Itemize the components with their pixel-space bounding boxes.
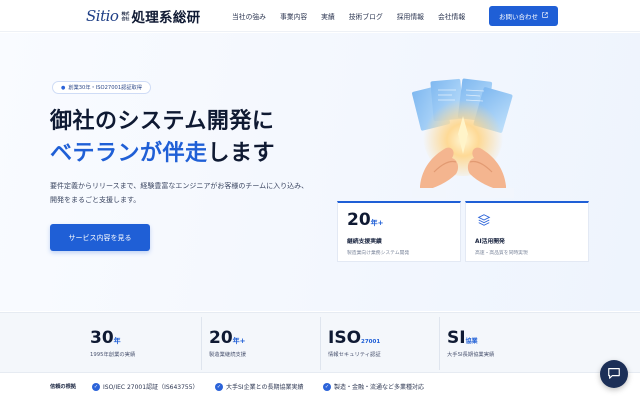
nav-item-business[interactable]: 事業内容 bbox=[280, 11, 307, 21]
logo-name: 処理系総研 bbox=[131, 10, 201, 26]
site-logo[interactable]: Sitio 株式 会社 処理系総研 bbox=[86, 7, 201, 26]
hero-title-suffix: します bbox=[207, 141, 276, 166]
trust-item-si: ✓ 大手SI企業との長期協業実績 bbox=[215, 382, 304, 391]
stats-band: 30年 1995年創業の実績 20年+ 製造業継続支援 ISO27001 情報セ… bbox=[0, 312, 640, 373]
chat-bubble-icon bbox=[607, 365, 621, 384]
card-number-unit: 年+ bbox=[370, 219, 384, 227]
stat-number: 30年 bbox=[90, 328, 121, 348]
hero-title-accent: ベテランが伴走 bbox=[50, 141, 208, 166]
trust-item-text: 製造・金融・流通など多業種対応 bbox=[334, 384, 425, 391]
card-number-value: 20 bbox=[347, 210, 371, 230]
external-link-icon bbox=[542, 12, 548, 20]
nav-item-recruit[interactable]: 採用情報 bbox=[397, 11, 424, 21]
hero-title-line2: ベテランが伴走します bbox=[50, 138, 275, 170]
stat-divider bbox=[320, 317, 321, 370]
hero-description: 要件定義からリリースまで、経験豊富なエンジニアがお客様のチームに入り込み、開発を… bbox=[50, 182, 309, 204]
stat-label: 1995年創業の実績 bbox=[90, 352, 136, 358]
stat-number: ISO27001 bbox=[328, 328, 380, 348]
main-nav: 当社の強み 事業内容 実績 技術ブログ 採用情報 会社情報 bbox=[232, 11, 465, 21]
service-button[interactable]: サービス内容を見る bbox=[50, 224, 150, 251]
chat-button[interactable] bbox=[600, 360, 628, 388]
nav-item-works[interactable]: 実績 bbox=[321, 11, 335, 21]
contact-button-label: お問い合わせ bbox=[499, 13, 538, 21]
stat-number-unit: 27001 bbox=[361, 339, 381, 345]
nav-item-tech-blog[interactable]: 技術ブログ bbox=[349, 11, 383, 21]
logo-company-type: 株式 会社 bbox=[121, 11, 129, 21]
hero-illustration bbox=[402, 76, 524, 198]
hero-title: 御社のシステム開発に ベテランが伴走します bbox=[50, 106, 275, 170]
nav-item-strengths[interactable]: 当社の強み bbox=[232, 11, 266, 21]
stat-number-value: 30 bbox=[90, 328, 114, 348]
stat-divider bbox=[201, 317, 202, 370]
card-number: 20年+ bbox=[347, 210, 384, 230]
logo-small-bottom: 会社 bbox=[121, 16, 130, 21]
card-subtitle: 製造業向け業務システム開発 bbox=[347, 251, 410, 256]
card-title: 継続支援実績 bbox=[347, 239, 382, 245]
logo-mark: Sitio bbox=[86, 7, 119, 25]
trust-label: 信頼の根拠 bbox=[50, 384, 76, 390]
stat-number-value: 20 bbox=[209, 328, 233, 348]
badge-dot-icon: ● bbox=[61, 84, 66, 91]
check-icon: ✓ bbox=[92, 382, 100, 391]
stat-number-unit: 年+ bbox=[232, 337, 246, 345]
stat-number: 20年+ bbox=[209, 328, 246, 348]
stat-number-value: ISO bbox=[328, 328, 362, 348]
stat-divider bbox=[439, 317, 440, 370]
badge-text: 創業30年・ISO27001認証取得 bbox=[68, 85, 142, 91]
check-icon: ✓ bbox=[323, 382, 331, 391]
trust-item-iso: ✓ ISO/IEC 27001認証（IS643755） bbox=[92, 382, 199, 391]
nav-item-company[interactable]: 会社情報 bbox=[438, 11, 465, 21]
trust-item-text: 大手SI企業との長期協業実績 bbox=[226, 384, 304, 391]
stat-label: 大手SI長期協業実績 bbox=[447, 352, 495, 358]
stat-label: 製造業継続支援 bbox=[209, 352, 247, 358]
card-subtitle: 高速・高品質を同時実現 bbox=[475, 251, 528, 256]
hero-section bbox=[0, 33, 640, 311]
card-title: AI活用開発 bbox=[475, 239, 505, 245]
trust-item-text: ISO/IEC 27001認証（IS643755） bbox=[103, 384, 199, 391]
hero-card-ai: AI活用開発 高速・高品質を同時実現 bbox=[465, 201, 589, 262]
stat-label: 情報セキュリティ認証 bbox=[328, 352, 381, 358]
contact-button[interactable]: お問い合わせ bbox=[489, 6, 558, 26]
stat-number-unit: 協業 bbox=[465, 338, 478, 345]
stat-number-unit: 年 bbox=[113, 337, 121, 345]
trust-item-industries: ✓ 製造・金融・流通など多業種対応 bbox=[323, 382, 424, 391]
hero-badge: ● 創業30年・ISO27001認証取得 bbox=[52, 81, 151, 94]
stat-number: SI協業 bbox=[447, 328, 478, 348]
hero-card-experience: 20年+ 継続支援実績 製造業向け業務システム開発 bbox=[337, 201, 461, 262]
stat-number-value: SI bbox=[447, 328, 466, 348]
site-header: Sitio 株式 会社 処理系総研 当社の強み 事業内容 実績 技術ブログ 採用… bbox=[0, 0, 640, 32]
check-icon: ✓ bbox=[215, 382, 223, 391]
hero-title-line1: 御社のシステム開発に bbox=[50, 109, 275, 134]
trust-bar: 信頼の根拠 ✓ ISO/IEC 27001認証（IS643755） ✓ 大手SI… bbox=[0, 374, 640, 400]
layers-icon bbox=[477, 212, 491, 226]
